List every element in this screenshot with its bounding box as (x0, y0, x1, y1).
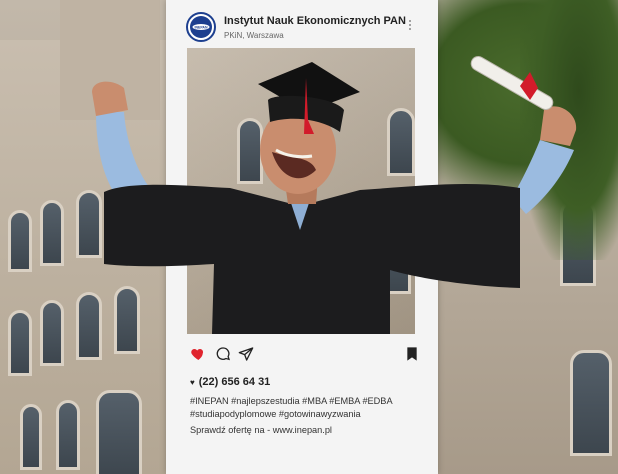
doorway (96, 390, 142, 474)
photo-backdrop (187, 48, 415, 334)
window (8, 210, 32, 272)
account-location[interactable]: PKiN, Warszawa (224, 31, 284, 40)
building-tower (60, 0, 160, 120)
window (237, 118, 263, 184)
tree-foliage-right (520, 0, 618, 260)
inepan-logo: INEPAN (190, 16, 212, 38)
post-header: INEPAN Instytut Nauk Ekonomicznych PAN P… (166, 0, 438, 48)
window (8, 310, 32, 376)
social-post-card: INEPAN Instytut Nauk Ekonomicznych PAN P… (166, 0, 438, 474)
window (114, 286, 140, 354)
bookmark-icon[interactable] (404, 346, 420, 362)
call-to-action[interactable]: Sprawdź ofertę na - www.inepan.pl (190, 425, 332, 435)
inepan-logo-mark: INEPAN (192, 24, 210, 30)
comment-icon[interactable] (215, 346, 231, 362)
hashtags-line-2[interactable]: #studiapodyplomowe #gotowinawyzwania (190, 408, 426, 421)
window (20, 404, 42, 470)
post-photo[interactable] (187, 48, 415, 334)
account-avatar[interactable]: INEPAN (186, 12, 216, 42)
window (383, 218, 411, 294)
window (570, 350, 612, 456)
hashtags-line-1[interactable]: #INEPAN #najlepszestudia #MBA #EMBA #EDB… (190, 395, 426, 408)
phone-line: ♥ (22) 656 64 31 (190, 376, 270, 388)
window (40, 200, 64, 266)
post-actions (166, 346, 438, 366)
window (387, 108, 415, 176)
window (76, 292, 102, 360)
account-name[interactable]: Instytut Nauk Ekonomicznych PAN (224, 15, 406, 27)
avatar-logo-text: INEPAN (195, 25, 208, 29)
window (56, 400, 80, 470)
post-hashtags: #INEPAN #najlepszestudia #MBA #EMBA #EDB… (190, 395, 426, 421)
small-heart-icon: ♥ (190, 377, 195, 387)
phone-number[interactable]: (22) 656 64 31 (199, 376, 271, 388)
building-left-wing (0, 0, 170, 474)
more-vertical-icon[interactable] (407, 18, 413, 34)
window (40, 300, 64, 366)
share-icon[interactable] (238, 346, 254, 362)
heart-icon[interactable] (190, 346, 206, 362)
window (114, 185, 140, 253)
window (76, 190, 102, 258)
